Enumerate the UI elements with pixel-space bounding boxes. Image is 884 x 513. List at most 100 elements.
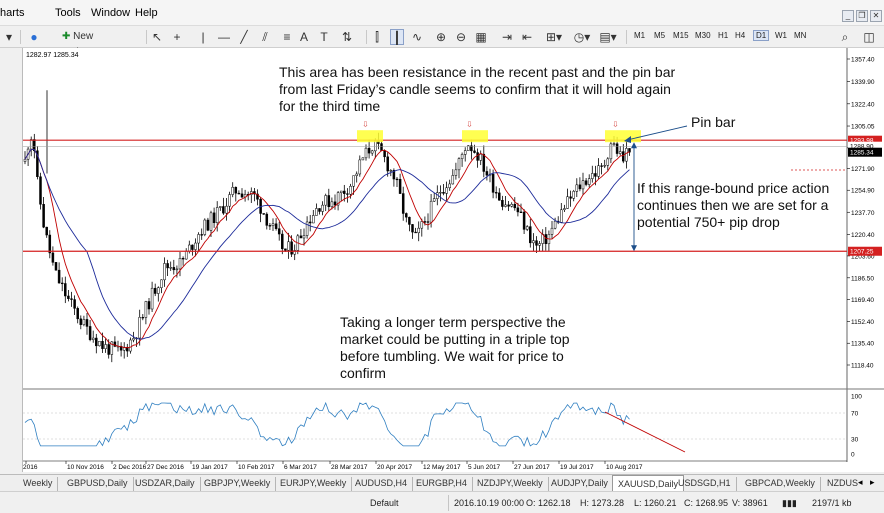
menu-tools[interactable]: Tools	[55, 7, 81, 19]
candle-body	[473, 150, 476, 153]
timeframe-d1[interactable]: D1	[753, 30, 770, 41]
zoom-in-icon[interactable]: ⊕	[434, 29, 448, 45]
candle-body	[516, 207, 520, 213]
candle-body	[271, 223, 275, 226]
tab-gbpjpy-weekly[interactable]: GBPJPY,Weekly	[199, 477, 277, 491]
candle-body	[603, 165, 606, 167]
candle-body	[88, 326, 92, 340]
status-open: O: 1262.18	[526, 498, 571, 508]
text-icon[interactable]: A	[298, 29, 310, 45]
tab-usdzar-daily[interactable]: USDZAR,Daily	[130, 477, 201, 491]
community-icon[interactable]: ◫	[860, 29, 878, 45]
timeframe-h4[interactable]: H4	[735, 31, 745, 40]
cursor-icon[interactable]: ↖	[150, 29, 164, 45]
candle-body	[150, 287, 154, 310]
line-chart-icon[interactable]: ∿	[410, 29, 424, 45]
candle-body	[587, 178, 591, 185]
timeframe-m15[interactable]: M15	[673, 31, 689, 40]
tile-windows-icon[interactable]: ▦	[474, 29, 488, 45]
timeframe-h1[interactable]: H1	[718, 31, 728, 40]
candle-body	[147, 301, 151, 310]
resistance-highlight	[605, 130, 641, 143]
menu-window[interactable]: Window	[91, 7, 130, 19]
timeframe-mn[interactable]: MN	[794, 31, 806, 40]
fibonacci-icon[interactable]: ≡	[280, 29, 294, 45]
auto-scroll-icon[interactable]: ⇥	[500, 29, 514, 45]
channel-icon[interactable]: ⫽	[258, 29, 272, 45]
candle-body	[439, 192, 442, 194]
timeframe-m5[interactable]: M5	[654, 31, 665, 40]
restore-icon[interactable]: ❐	[856, 10, 868, 22]
chart-shift-icon[interactable]: ⇤	[520, 29, 534, 45]
arrows-icon[interactable]: ⇅	[338, 29, 356, 45]
text-label-icon[interactable]: T	[318, 29, 330, 45]
candle-body	[389, 170, 393, 172]
horizontal-line-icon[interactable]: —	[218, 29, 230, 45]
date-tick-label: 28 Mar 2017	[331, 464, 368, 471]
dropdown-arrow-icon[interactable]: ▾	[2, 29, 16, 45]
new-order-button[interactable]: ✚ New Order	[62, 29, 112, 58]
candle-body	[618, 151, 622, 154]
tab-gbpcad-weekly[interactable]: GBPCAD,Weekly	[740, 477, 821, 491]
candle-body	[212, 212, 216, 223]
chart-tabs: Weekly GBPUSD,Daily USDZAR,Daily GBPJPY,…	[0, 474, 884, 492]
tab-gbpusd-daily[interactable]: GBPUSD,Daily	[62, 477, 134, 491]
candle-body	[405, 213, 408, 218]
candle-body	[429, 200, 433, 223]
candle-body	[445, 187, 448, 194]
candle-body	[339, 190, 343, 193]
date-tick-label: 19 Jul 2017	[560, 464, 594, 471]
zoom-out-icon[interactable]: ⊖	[454, 29, 468, 45]
templates-icon[interactable]: ▤▾	[598, 29, 618, 45]
tab-weekly[interactable]: Weekly	[18, 477, 59, 491]
candle-body	[98, 341, 101, 347]
candle-body	[575, 184, 579, 192]
tab-audusd-h4[interactable]: AUDUSD,H4	[350, 477, 414, 491]
tab-nzdjpy-weekly[interactable]: NZDJPY,Weekly	[472, 477, 549, 491]
timeframe-m30[interactable]: M30	[695, 31, 711, 40]
timeframe-m1[interactable]: M1	[634, 31, 645, 40]
candle-body	[625, 148, 628, 162]
candle-body	[197, 234, 200, 244]
menu-charts[interactable]: harts	[0, 7, 24, 19]
bar-chart-icon[interactable]: ⫿	[370, 29, 384, 45]
minimize-icon[interactable]: _	[842, 10, 854, 22]
candlestick-icon[interactable]: ┃	[390, 29, 404, 45]
tab-scroll-right-icon[interactable]: ▸	[870, 477, 875, 488]
tab-eurgbp-h4[interactable]: EURGBP,H4	[411, 477, 473, 491]
candle-body	[231, 186, 234, 195]
candle-body	[206, 219, 210, 231]
indicators-icon[interactable]: ⊞▾	[544, 29, 564, 45]
candle-body	[262, 213, 265, 215]
candle-body	[423, 221, 427, 223]
close-icon[interactable]: ✕	[870, 10, 882, 22]
search-icon[interactable]: ⌕	[838, 29, 852, 45]
toolbar-separator	[626, 30, 627, 44]
indicator-tick-label: 100	[851, 394, 862, 401]
price-tick-label: 1220.40	[851, 232, 875, 239]
candle-body	[358, 159, 362, 175]
trendline-icon[interactable]: ╱	[238, 29, 250, 45]
periods-icon[interactable]: ◷▾	[572, 29, 592, 45]
candle-body	[622, 151, 625, 162]
candle-body	[417, 227, 420, 234]
crosshair-icon[interactable]: +	[170, 29, 184, 45]
candle-body	[299, 235, 303, 239]
tab-nzdusd[interactable]: NZDUS	[822, 477, 863, 491]
candle-body	[330, 201, 334, 207]
tab-usdsgd-h1[interactable]: USDSGD,H1	[673, 477, 737, 491]
date-tick-label: 5 Jun 2017	[468, 464, 501, 471]
candle-body	[346, 193, 349, 195]
candle-body	[48, 234, 52, 254]
tab-audjpy-daily[interactable]: AUDJPY,Daily	[546, 477, 614, 491]
chart-window[interactable]: 1357.401339.901322.401305.051288.001271.…	[22, 48, 884, 472]
down-arrow-marker-icon: ⇩	[612, 120, 619, 129]
menu-help[interactable]: Help	[135, 7, 158, 19]
tab-eurjpy-weekly[interactable]: EURJPY,Weekly	[275, 477, 353, 491]
candle-body	[333, 201, 337, 206]
vertical-line-icon[interactable]: |	[198, 29, 208, 45]
candle-body	[172, 267, 176, 271]
timeframe-w1[interactable]: W1	[775, 31, 787, 40]
tab-scroll-left-icon[interactable]: ◂	[858, 477, 863, 488]
experts-icon[interactable]: ●	[26, 29, 42, 45]
